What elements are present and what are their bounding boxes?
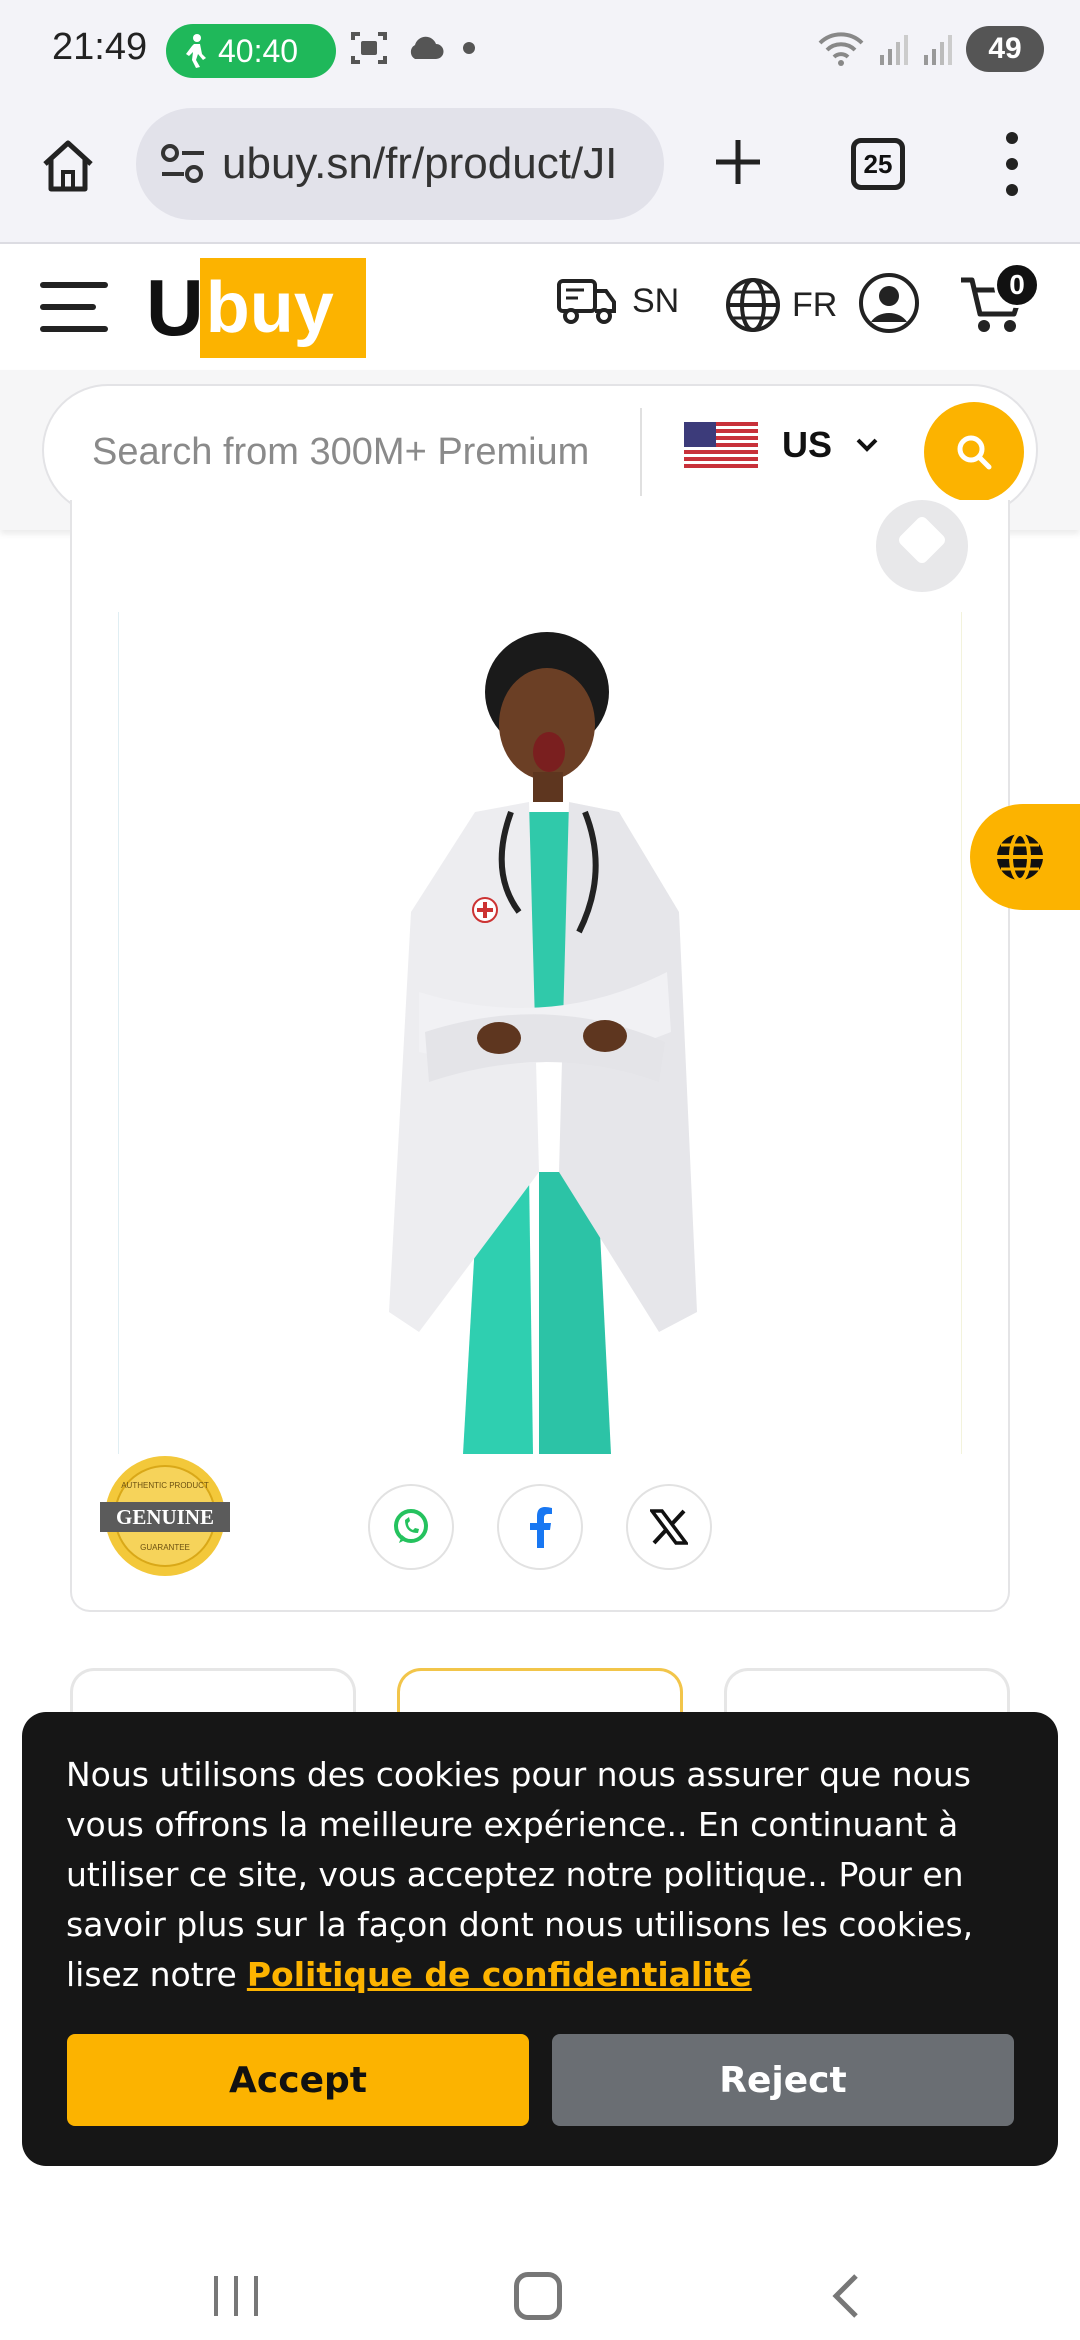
language-code: FR	[792, 285, 838, 324]
delivery-truck-icon	[557, 279, 616, 324]
x-logo-icon	[650, 1509, 688, 1545]
address-bar[interactable]: ubuy.sn/fr/product/JI	[136, 108, 664, 220]
recent-apps-button[interactable]	[214, 2276, 258, 2316]
share-x-button[interactable]	[626, 1484, 712, 1570]
wifi-icon	[818, 32, 864, 66]
share-facebook-button[interactable]	[497, 1484, 583, 1570]
signal-icon	[880, 35, 908, 65]
new-tab-button[interactable]	[706, 130, 770, 194]
status-time: 21:49	[52, 26, 148, 68]
search-icon	[957, 435, 992, 470]
battery-indicator: 49	[966, 26, 1044, 72]
chevron-down-icon	[856, 438, 878, 452]
share-whatsapp-button[interactable]	[368, 1484, 454, 1570]
signal-icon-2	[924, 35, 952, 65]
dot-icon	[463, 42, 475, 54]
cookie-message-paragraph: Nous utilisons des cookies pour nous ass…	[66, 1750, 1026, 2000]
browser-toolbar: ubuy.sn/fr/product/JI 25	[0, 100, 1080, 244]
walking-person-icon	[186, 34, 206, 68]
genuine-badge-top: AUTHENTIC PRODUCT	[121, 1481, 209, 1490]
url-text: ubuy.sn/fr/product/JI	[222, 139, 618, 188]
menu-dot	[1006, 184, 1018, 196]
hamburger-line	[40, 326, 108, 332]
recent-bar	[254, 2276, 258, 2316]
reject-cookies-button[interactable]: Reject	[552, 2034, 1014, 2126]
genuine-badge-text: GENUINE	[116, 1505, 214, 1529]
ship-to-code: SN	[632, 281, 680, 320]
ship-to-selector[interactable]: SN	[556, 276, 679, 326]
language-selector[interactable]: FR	[724, 276, 837, 334]
us-flag-icon	[684, 422, 758, 468]
wishlist-button[interactable]	[876, 500, 968, 592]
back-chevron-icon	[832, 2274, 858, 2318]
screenshot-icon	[351, 32, 387, 64]
search-box: US	[42, 384, 1038, 516]
cookie-consent-banner: Nous utilisons des cookies pour nous ass…	[22, 1712, 1058, 2166]
product-image[interactable]	[118, 612, 962, 1454]
genuine-seal-icon: GENUINE AUTHENTIC PRODUCT GUARANTEE	[100, 1456, 230, 1576]
nav-back-button[interactable]	[826, 2274, 870, 2318]
product-photo-child-doctor-costume	[389, 632, 697, 1454]
facebook-icon	[530, 1507, 552, 1548]
android-navigation-bar	[0, 2166, 1080, 2340]
site-header: U buy SN FR 0	[0, 246, 1080, 370]
globe-icon	[997, 832, 1043, 882]
recent-bar	[234, 2276, 238, 2316]
genuine-badge-bottom: GUARANTEE	[140, 1543, 190, 1552]
browser-home-button[interactable]	[36, 134, 100, 198]
cart-count-badge: 0	[994, 262, 1040, 308]
battery-level: 49	[988, 32, 1022, 65]
store-country-code: US	[782, 424, 833, 465]
tab-count: 25	[863, 148, 893, 179]
site-settings-icon	[161, 144, 204, 183]
browser-menu-button[interactable]	[1000, 132, 1024, 196]
search-divider	[640, 408, 642, 496]
status-bar: 21:49 40:40 49	[0, 0, 1080, 100]
whatsapp-icon	[394, 1509, 428, 1543]
logo-word-buy: buy	[199, 258, 366, 358]
search-input[interactable]	[92, 422, 652, 482]
hamburger-menu-button[interactable]	[40, 282, 108, 332]
tab-switcher-button[interactable]: 25	[851, 138, 905, 190]
call-timer: 40:40	[218, 32, 299, 69]
plus-icon	[716, 140, 760, 184]
cart-count: 0	[1009, 269, 1025, 300]
floating-globe-button[interactable]	[970, 804, 1080, 910]
hamburger-line	[40, 304, 96, 310]
system-status-icons: 49	[818, 26, 1044, 72]
notification-icons	[350, 30, 476, 66]
cloud-icon	[410, 36, 444, 59]
store-country-select[interactable]: US	[684, 422, 878, 468]
home-icon	[43, 140, 93, 192]
ubuy-logo[interactable]: U buy	[146, 258, 366, 358]
privacy-policy-link[interactable]: Politique de confidentialité	[247, 1955, 752, 1994]
hamburger-line	[40, 282, 108, 288]
recent-bar	[214, 2276, 218, 2316]
globe-icon	[726, 278, 780, 332]
account-button[interactable]	[858, 272, 920, 334]
menu-dot	[1006, 158, 1018, 170]
accept-cookies-button[interactable]: Accept	[67, 2034, 529, 2126]
genuine-product-badge: GENUINE AUTHENTIC PRODUCT GUARANTEE	[98, 1454, 232, 1578]
user-avatar-icon	[859, 273, 919, 333]
menu-dot	[1006, 132, 1018, 144]
logo-letter-u: U	[146, 263, 204, 352]
ongoing-call-pill[interactable]: 40:40	[166, 24, 336, 78]
nav-home-button[interactable]	[514, 2272, 562, 2320]
search-button[interactable]	[924, 402, 1024, 502]
